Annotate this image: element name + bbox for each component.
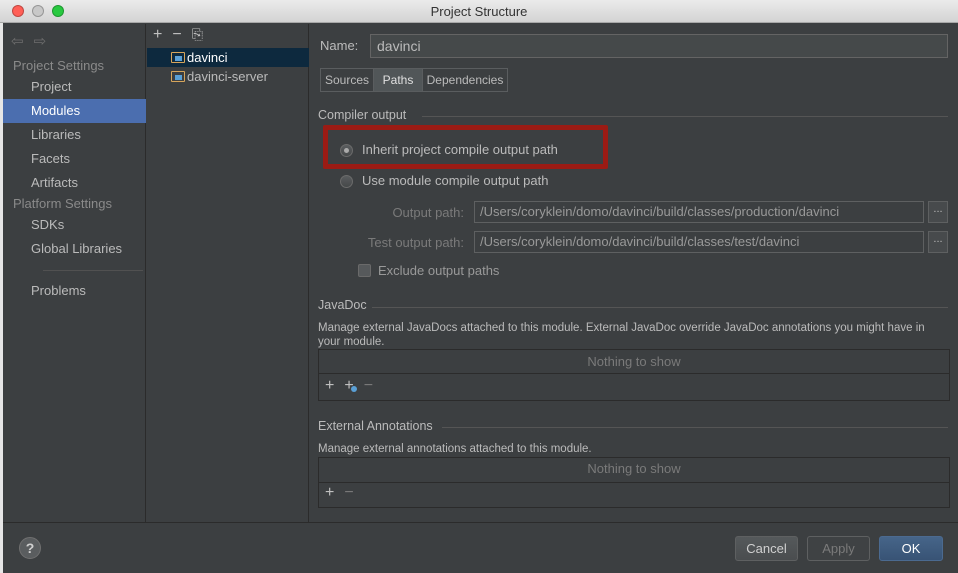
exclude-output-paths-checkbox[interactable] [358, 264, 371, 277]
group-divider [422, 116, 948, 117]
inherit-output-label: Inherit project compile output path [362, 142, 558, 157]
back-arrow-icon[interactable]: ⇦ [11, 33, 24, 50]
project-settings-header: Project Settings [13, 58, 105, 73]
javadoc-empty-message: Nothing to show [587, 354, 681, 369]
apply-button[interactable]: Apply [807, 536, 870, 561]
external-annotations-toolbar: + − [325, 484, 364, 502]
sidebar-item-sdks[interactable]: SDKs [3, 213, 146, 237]
module-output-radio[interactable] [340, 175, 353, 188]
help-button[interactable]: ? [19, 537, 41, 559]
sidebar-item-facets[interactable]: Facets [3, 147, 146, 171]
tab-paths[interactable]: Paths [373, 68, 423, 92]
group-divider [372, 307, 948, 308]
remove-annotation-icon[interactable]: − [344, 484, 353, 502]
add-url-icon[interactable]: + [344, 377, 358, 395]
test-output-path-label: Test output path: [367, 235, 464, 250]
javadoc-title: JavaDoc [318, 298, 367, 312]
sidebar-item-project[interactable]: Project [3, 75, 146, 99]
tab-dependencies[interactable]: Dependencies [422, 68, 508, 92]
module-name-input[interactable] [370, 34, 948, 58]
module-item-label: davinci-server [187, 69, 268, 84]
compiler-output-title: Compiler output [318, 108, 407, 122]
module-folder-icon [171, 52, 185, 63]
javadoc-table: Nothing to show + + − [318, 349, 950, 401]
remove-javadoc-icon[interactable]: − [364, 377, 373, 395]
test-output-path-field[interactable]: /Users/coryklein/domo/davinci/build/clas… [474, 231, 924, 253]
table-divider [319, 482, 949, 483]
module-item-label: davinci [187, 50, 228, 65]
platform-settings-header: Platform Settings [13, 196, 112, 211]
output-path-label: Output path: [392, 205, 464, 220]
output-path-field[interactable]: /Users/coryklein/domo/davinci/build/clas… [474, 201, 924, 223]
modules-toolbar: + − ⎘ [153, 26, 213, 46]
module-settings-panel: Name: Sources Paths Dependencies Compile… [310, 24, 958, 522]
sidebar-item-problems[interactable]: Problems [3, 279, 146, 303]
browse-test-output-path-button[interactable]: ... [928, 231, 948, 253]
browse-output-path-button[interactable]: ... [928, 201, 948, 223]
settings-sidebar: ⇦ ⇨ Project Settings Project Modules Libr… [3, 24, 146, 522]
modules-pane: + − ⎘ davinci davinci-server [147, 24, 309, 522]
add-javadoc-icon[interactable]: + [325, 377, 334, 395]
sidebar-item-global-libraries[interactable]: Global Libraries [3, 237, 146, 261]
sidebar-divider [43, 270, 143, 271]
external-annotations-description: Manage external annotations attached to … [318, 443, 592, 455]
module-output-label: Use module compile output path [362, 173, 549, 188]
table-divider [319, 373, 949, 374]
remove-module-icon[interactable]: − [172, 26, 181, 44]
add-annotation-icon[interactable]: + [325, 484, 334, 502]
javadoc-description: Manage external JavaDocs attached to thi… [318, 322, 925, 348]
ok-button[interactable]: OK [879, 536, 943, 561]
tab-sources[interactable]: Sources [320, 68, 374, 92]
name-label: Name: [320, 38, 359, 53]
exclude-output-paths-label: Exclude output paths [378, 263, 500, 278]
module-item-davinci-server[interactable]: davinci-server [147, 67, 309, 86]
external-annotations-title: External Annotations [318, 419, 433, 433]
group-divider [442, 427, 948, 428]
add-module-icon[interactable]: + [153, 26, 162, 44]
external-annotations-table: Nothing to show + − [318, 457, 950, 508]
nav-arrows: ⇦ ⇨ [11, 32, 56, 50]
forward-arrow-icon[interactable]: ⇨ [34, 33, 47, 50]
window-title: Project Structure [430, 4, 528, 19]
title-bar: Project Structure [0, 0, 958, 23]
inherit-output-radio[interactable] [340, 144, 353, 157]
project-structure-window: Project Structure ⇦ ⇨ Project Settings Pr… [0, 0, 958, 573]
cancel-button[interactable]: Cancel [735, 536, 798, 561]
footer-divider [3, 522, 958, 523]
sidebar-item-artifacts[interactable]: Artifacts [3, 171, 146, 195]
external-annotations-empty-message: Nothing to show [587, 461, 681, 476]
sidebar-item-libraries[interactable]: Libraries [3, 123, 146, 147]
sidebar-item-modules[interactable]: Modules [3, 99, 146, 123]
copy-icon[interactable]: ⎘ [192, 26, 203, 43]
module-folder-icon [171, 71, 185, 82]
module-item-davinci[interactable]: davinci [147, 48, 309, 67]
javadoc-toolbar: + + − [325, 377, 383, 395]
